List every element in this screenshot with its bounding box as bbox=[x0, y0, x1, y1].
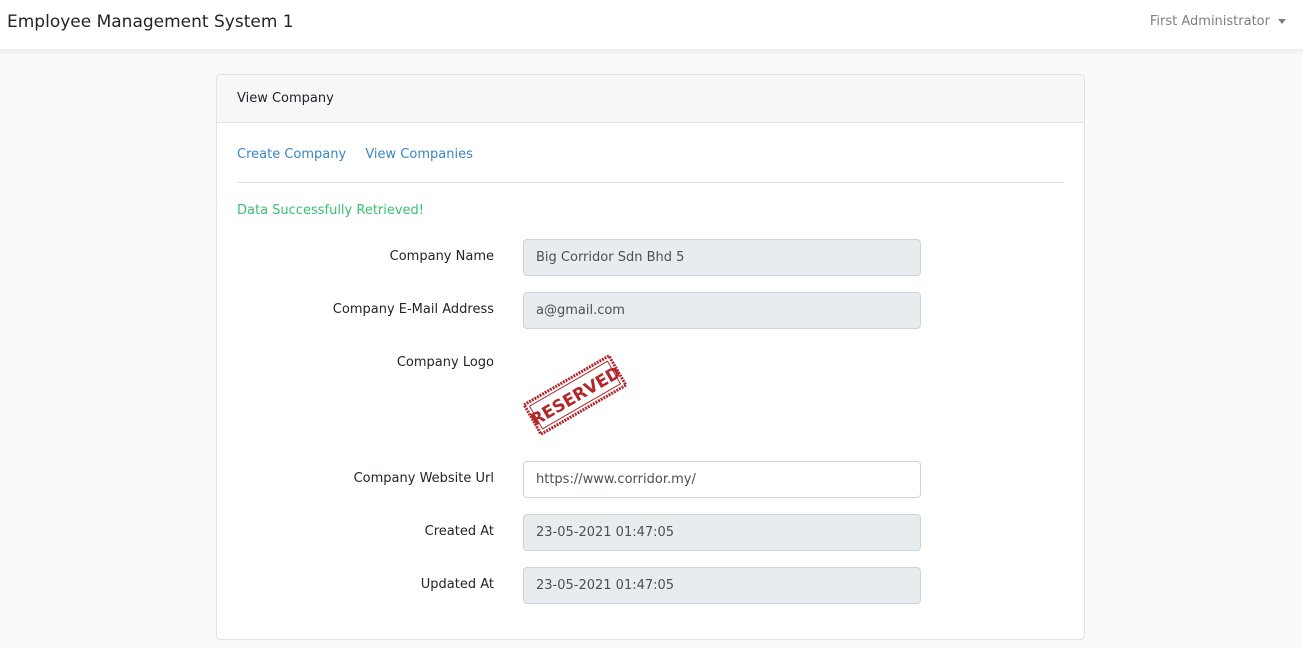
company-name-label: Company Name bbox=[389, 249, 494, 264]
chevron-down-icon bbox=[1278, 19, 1286, 24]
card-header: View Company bbox=[217, 75, 1084, 123]
success-message: Data Successfully Retrieved! bbox=[237, 203, 425, 218]
reserved-stamp-icon: RESERVED bbox=[522, 353, 628, 437]
top-navbar: Employee Management System 1 First Admin… bbox=[0, 0, 1303, 50]
user-name: First Administrator bbox=[1149, 14, 1270, 29]
updated-at-label: Updated At bbox=[420, 577, 494, 592]
view-company-card: View Company Create Company View Compani… bbox=[216, 74, 1085, 640]
create-company-link[interactable]: Create Company bbox=[237, 147, 346, 162]
company-email-field: a@gmail.com bbox=[523, 292, 921, 329]
company-logo-label: Company Logo bbox=[396, 355, 494, 370]
company-logo-image: RESERVED bbox=[522, 345, 628, 445]
divider bbox=[237, 182, 1064, 183]
company-website-label: Company Website Url bbox=[353, 471, 494, 486]
company-email-label: Company E-Mail Address bbox=[332, 302, 494, 317]
created-at-field: 23-05-2021 01:47:05 bbox=[523, 514, 921, 551]
user-dropdown[interactable]: First Administrator bbox=[1150, 14, 1286, 29]
view-companies-link[interactable]: View Companies bbox=[365, 147, 473, 162]
company-website-input[interactable] bbox=[523, 461, 921, 498]
created-at-label: Created At bbox=[424, 524, 494, 539]
action-links: Create Company View Companies bbox=[237, 147, 488, 162]
company-name-field: Big Corridor Sdn Bhd 5 bbox=[523, 239, 921, 276]
updated-at-field: 23-05-2021 01:47:05 bbox=[523, 567, 921, 604]
app-brand[interactable]: Employee Management System 1 bbox=[7, 12, 294, 32]
